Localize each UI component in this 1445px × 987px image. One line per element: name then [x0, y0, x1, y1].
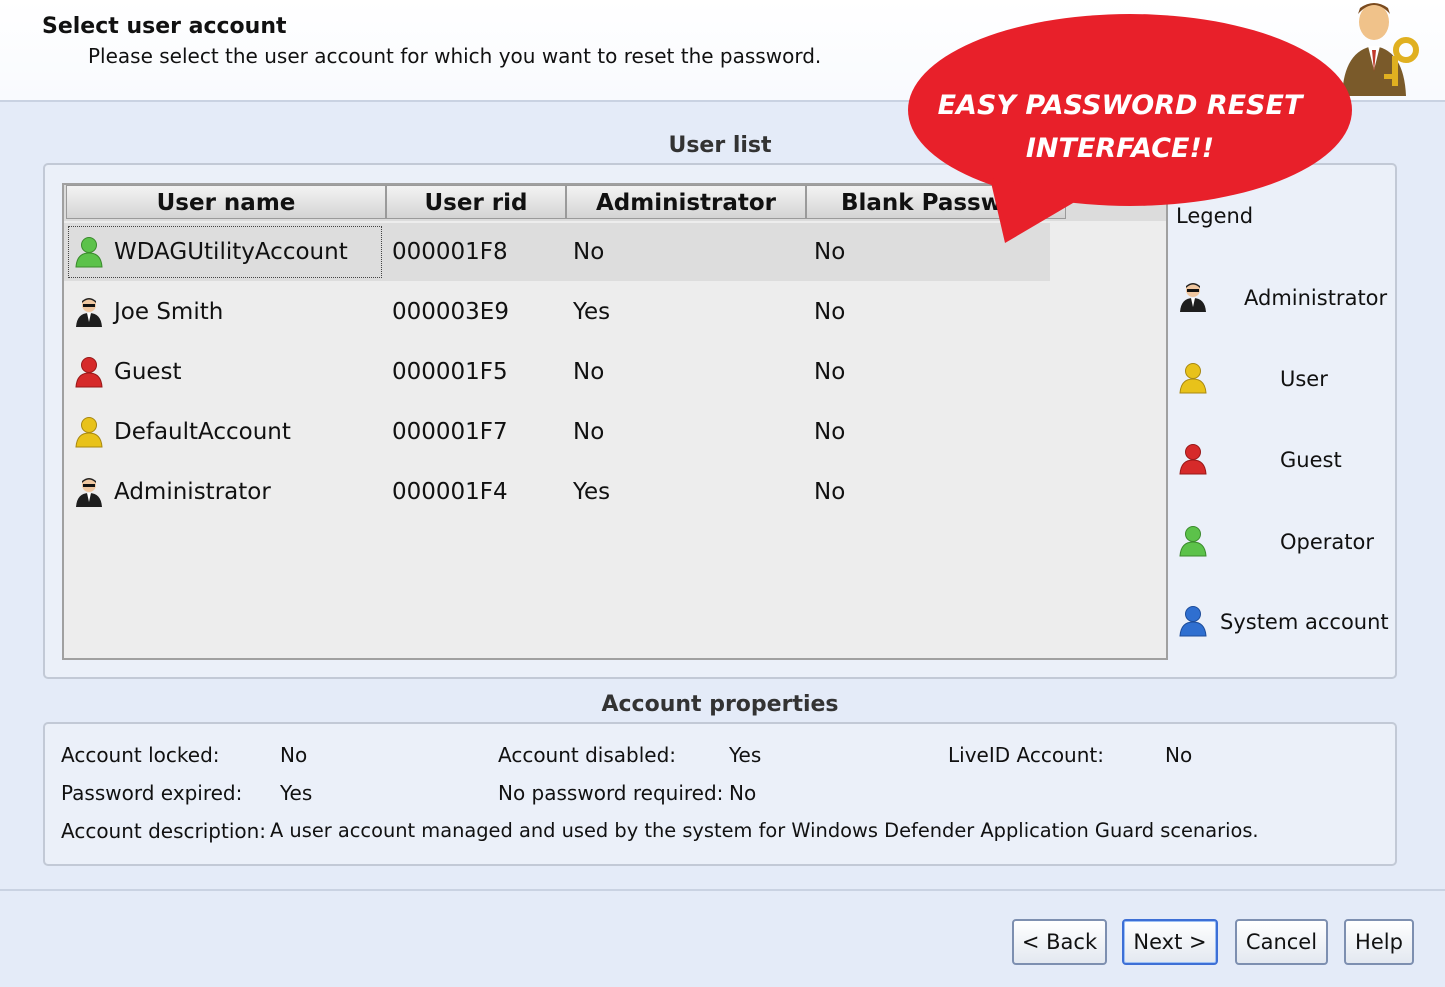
footer-separator: [0, 889, 1445, 891]
account-properties-title: Account properties: [601, 692, 839, 717]
legend-label: Operator: [1280, 530, 1374, 554]
user-rid-cell: 000001F7: [392, 419, 508, 445]
user-name-cell: Guest: [114, 359, 182, 385]
cancel-button[interactable]: Cancel: [1235, 919, 1328, 965]
operator-user-icon: [75, 237, 103, 268]
blank-password-cell: No: [814, 359, 846, 385]
administrator-cell: Yes: [573, 479, 611, 505]
yellow-user-icon: [1179, 363, 1207, 394]
administrator-cell: No: [573, 359, 605, 385]
legend-label: Administrator: [1244, 286, 1388, 310]
help-button[interactable]: Help: [1344, 919, 1414, 965]
red-user-icon: [1179, 444, 1207, 475]
column-header-user-rid[interactable]: User rid: [386, 185, 566, 219]
user-rid-cell: 000001F8: [392, 239, 508, 265]
liveid-account-label: LiveID Account:: [948, 743, 1104, 767]
column-header-administrator[interactable]: Administrator: [566, 185, 806, 219]
administrator-user-icon: [1180, 283, 1206, 312]
user-rid-cell: 000001F4: [392, 479, 508, 505]
administrator-cell: No: [573, 419, 605, 445]
page-subtitle: Please select the user account for which…: [88, 44, 822, 68]
user-rid-cell: 000003E9: [392, 299, 509, 325]
account-locked-label: Account locked:: [61, 743, 220, 767]
user-name-cell: Joe Smith: [114, 299, 224, 325]
liveid-account-value: No: [1165, 743, 1193, 767]
table-row[interactable]: Joe Smith 000003E9 Yes No: [64, 283, 1164, 341]
legend-item-administrator: Administrator: [1178, 280, 1387, 320]
legend-item-user: User: [1178, 361, 1378, 401]
legend-label: System account: [1220, 610, 1389, 634]
column-header-user-name[interactable]: User name: [66, 185, 386, 219]
blank-password-cell: No: [814, 239, 846, 265]
administrator-user-icon: [76, 298, 102, 327]
password-expired-label: Password expired:: [61, 781, 243, 805]
callout-text: EASY PASSWORD RESET INTERFACE!!: [920, 84, 1320, 170]
no-password-required-label: No password required:: [498, 781, 724, 805]
blank-password-cell: No: [814, 419, 846, 445]
password-expired-value: Yes: [280, 781, 313, 805]
user-name-cell: DefaultAccount: [114, 419, 291, 445]
legend-item-operator: Operator: [1178, 524, 1378, 564]
account-disabled-value: Yes: [729, 743, 762, 767]
user-list-title: User list: [668, 133, 772, 158]
account-description-value: A user account managed and used by the s…: [270, 819, 1259, 842]
callout-line-2: INTERFACE!!: [1025, 133, 1215, 164]
blank-password-cell: No: [814, 299, 846, 325]
user-list-table[interactable]: User name User rid Administrator Blank P…: [62, 183, 1168, 660]
user-name-cell: Administrator: [114, 479, 271, 505]
user-icon: [75, 417, 103, 448]
no-password-required-value: No: [729, 781, 757, 805]
page-title: Select user account: [42, 14, 287, 39]
legend-item-guest: Guest: [1178, 442, 1378, 482]
account-locked-value: No: [280, 743, 308, 767]
legend-item-system-account: System account: [1178, 604, 1389, 644]
blank-password-cell: No: [814, 479, 846, 505]
administrator-cell: Yes: [573, 299, 611, 325]
legend-label: Guest: [1280, 448, 1342, 472]
administrator-cell: No: [573, 239, 605, 265]
guest-user-icon: [75, 357, 103, 388]
green-user-icon: [1179, 526, 1207, 557]
user-name-cell: WDAGUtilityAccount: [114, 239, 348, 265]
table-row[interactable]: Administrator 000001F4 Yes No: [64, 463, 1164, 521]
legend-label: User: [1280, 367, 1328, 391]
table-row[interactable]: Guest 000001F5 No No: [64, 343, 1164, 401]
blue-user-icon: [1179, 606, 1207, 637]
callout-line-1: EASY PASSWORD RESET: [937, 90, 1303, 121]
back-button[interactable]: < Back: [1012, 919, 1107, 965]
table-row[interactable]: DefaultAccount 000001F7 No No: [64, 403, 1164, 461]
account-disabled-label: Account disabled:: [498, 743, 677, 767]
administrator-user-icon: [76, 478, 102, 507]
user-rid-cell: 000001F5: [392, 359, 508, 385]
account-description-label: Account description:: [61, 819, 267, 843]
next-button[interactable]: Next >: [1122, 919, 1218, 965]
